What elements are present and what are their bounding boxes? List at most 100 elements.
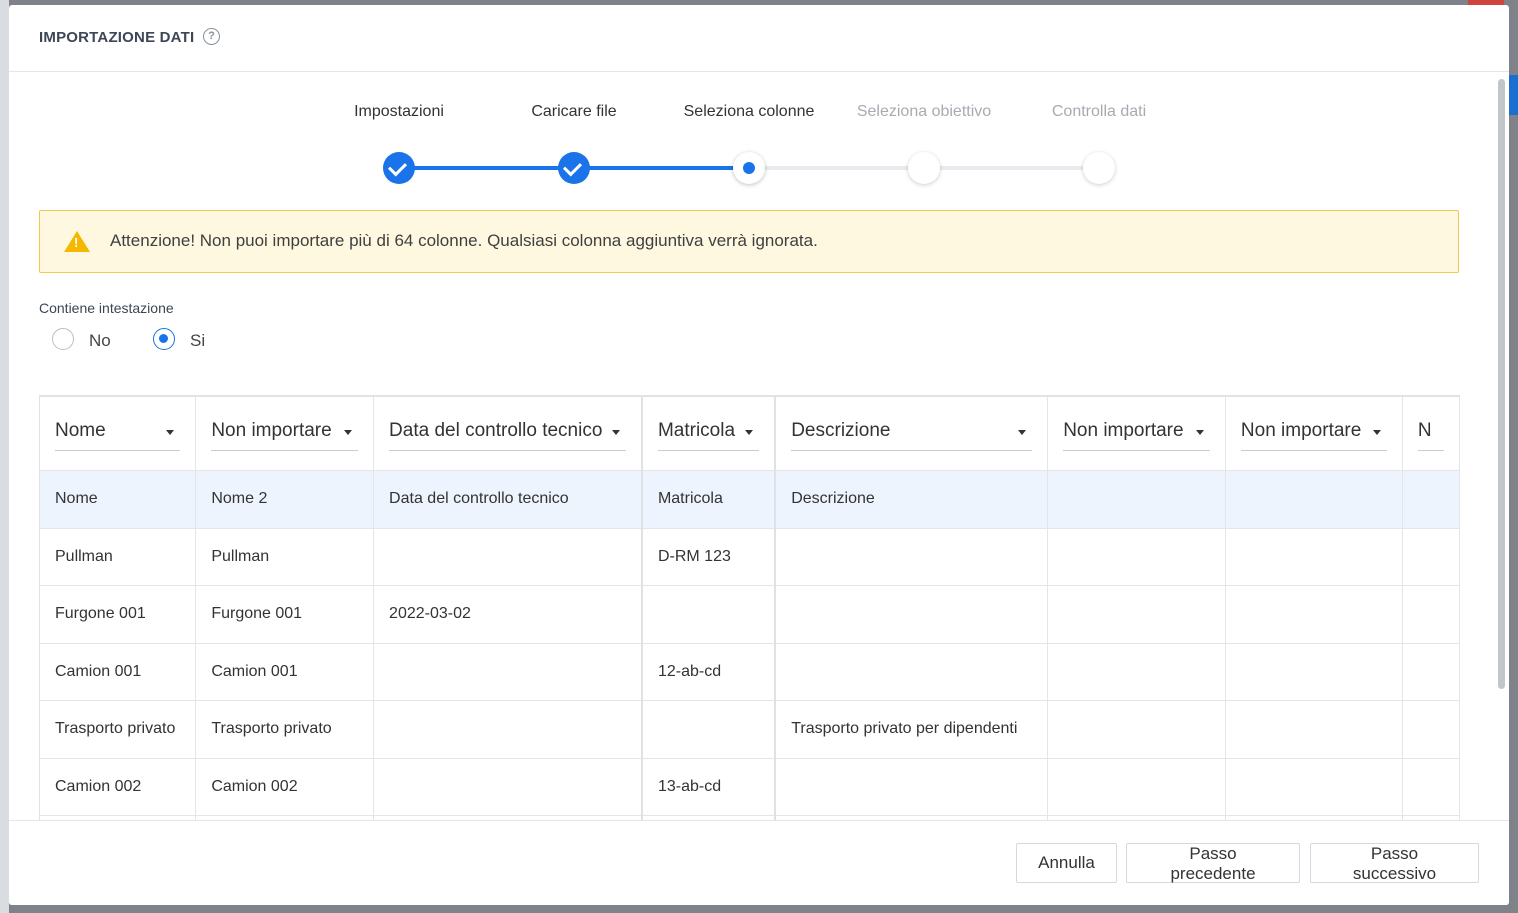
table-cell <box>1225 470 1403 529</box>
table-cell: Data del controllo tecnico <box>373 470 643 529</box>
table-cell: 13-ab-cd <box>641 758 777 816</box>
scrollbar[interactable] <box>1498 79 1505 689</box>
table-row: Camion 002 Camion 002 13-ab-cd <box>40 758 1460 816</box>
column-select[interactable]: Data del controllo tecnico <box>389 420 626 451</box>
caret-down-icon <box>1372 429 1381 435</box>
table-cell: Camion 001 <box>40 643 197 701</box>
table-cell <box>373 758 643 816</box>
radio-si-label[interactable]: Si <box>190 331 205 351</box>
warning-text: Attenzione! Non puoi importare più di 64… <box>110 231 818 250</box>
table-cell: Camion 002 <box>40 758 197 816</box>
modal-footer: Annulla Passo precedente Passo successiv… <box>9 820 1509 905</box>
step-current-icon <box>733 152 765 184</box>
modal-body: Impostazioni Caricare file Seleziona col… <box>9 72 1509 822</box>
table-cell: Pullman <box>195 528 375 586</box>
table-cell <box>1402 470 1460 529</box>
step-label-seleziona-obiettivo: Seleziona obiettivo <box>856 103 992 120</box>
table-cell: Nome <box>40 470 197 529</box>
step-connector <box>749 166 924 170</box>
table-cell <box>775 528 1049 586</box>
table-cell <box>373 528 643 586</box>
warning-triangle-icon: ! <box>64 231 90 252</box>
table-cell <box>1402 528 1460 586</box>
table-cell: Trasporto privato per dipendenti <box>775 700 1049 759</box>
warning-alert: ! Attenzione! Non puoi importare più di … <box>39 210 1459 273</box>
table-cell <box>1047 528 1226 586</box>
checkmark-icon <box>387 157 408 177</box>
table-cell: Furgone 001 <box>195 585 375 644</box>
table-row: Trasporto privato Trasporto privato Traspo… <box>40 700 1460 759</box>
table-cell: Nome 2 <box>195 470 375 529</box>
table-row: Pullman Pullman D-RM 123 <box>40 528 1460 586</box>
table-cell <box>1047 700 1226 759</box>
help-icon[interactable]: ? <box>203 28 220 45</box>
table-cell <box>1047 643 1226 701</box>
modal-header: IMPORTAZIONE DATI ? <box>9 5 1509 72</box>
data-table: Nome Non importare Data del controllo te… <box>39 395 1460 822</box>
table-cell <box>641 585 777 644</box>
checkmark-icon <box>562 157 583 177</box>
table-cell: Matricola <box>641 470 777 529</box>
column-select[interactable]: Non importare <box>1063 420 1210 451</box>
table-cell <box>775 758 1049 816</box>
column-select[interactable]: Nome <box>55 420 181 451</box>
step-connector <box>924 166 1099 170</box>
table-cell <box>1225 585 1403 644</box>
radio-no-label[interactable]: No <box>89 331 111 351</box>
step-label-caricare-file: Caricare file <box>531 103 617 120</box>
table-cell <box>1225 758 1403 816</box>
column-select[interactable]: Non importare <box>1240 420 1387 451</box>
table-cell <box>1402 585 1460 644</box>
table-cell <box>641 700 777 759</box>
table-cell <box>775 643 1049 701</box>
caret-down-icon <box>1018 429 1027 435</box>
import-modal: IMPORTAZIONE DATI ? Impostazioni Caricar… <box>9 5 1509 905</box>
radio-no[interactable] <box>52 328 74 350</box>
caret-down-icon <box>1195 429 1204 435</box>
table-cell: Furgone 001 <box>40 585 197 644</box>
table-cell <box>1047 470 1226 529</box>
step-pending-icon <box>1083 152 1115 184</box>
table-cell: Trasporto privato <box>195 700 375 759</box>
table-cell: 2022-03-02 <box>373 585 643 644</box>
table-cell <box>1225 700 1403 759</box>
table-cell: Pullman <box>40 528 197 586</box>
table-cell: Camion 002 <box>195 758 375 816</box>
table-cell <box>373 700 643 759</box>
column-select[interactable]: Non importare <box>211 420 359 451</box>
table-cell <box>1402 758 1460 816</box>
step-done-icon <box>383 152 415 184</box>
step-connector <box>574 166 749 170</box>
step-label-seleziona-colonne: Seleziona colonne <box>683 103 815 120</box>
caret-down-icon <box>611 429 620 435</box>
table-cell <box>373 643 643 701</box>
cancel-button[interactable]: Annulla <box>1016 843 1117 883</box>
table-cell: Trasporto privato <box>40 700 197 759</box>
table-cell: Descrizione <box>775 470 1049 529</box>
column-select[interactable]: N <box>1417 420 1444 451</box>
modal-title: IMPORTAZIONE DATI <box>39 29 195 46</box>
background-button <box>1508 75 1518 115</box>
step-connector <box>399 166 574 170</box>
previous-step-button[interactable]: Passo precedente <box>1126 843 1300 883</box>
header-option-label: Contiene intestazione <box>39 300 174 316</box>
column-select[interactable]: Matricola <box>657 420 760 451</box>
table-cell <box>1047 585 1226 644</box>
table-cell <box>775 585 1049 644</box>
next-step-button[interactable]: Passo successivo <box>1310 843 1479 883</box>
column-mapping-row: Nome Non importare Data del controllo te… <box>40 397 1460 471</box>
table-cell: Camion 001 <box>195 643 375 701</box>
table-cell <box>1225 643 1403 701</box>
table-cell <box>1402 643 1460 701</box>
caret-down-icon <box>745 429 754 435</box>
table-row: Camion 001 Camion 001 12-ab-cd <box>40 643 1460 701</box>
table-cell: 12-ab-cd <box>641 643 777 701</box>
step-done-icon <box>558 152 590 184</box>
table-cell <box>1225 528 1403 586</box>
table-row: Furgone 001 Furgone 001 2022-03-02 <box>40 585 1460 644</box>
table-cell <box>1047 758 1226 816</box>
step-label-impostazioni: Impostazioni <box>354 103 444 120</box>
radio-si[interactable] <box>153 328 175 350</box>
caret-down-icon <box>166 429 175 435</box>
column-select[interactable]: Descrizione <box>791 420 1033 451</box>
